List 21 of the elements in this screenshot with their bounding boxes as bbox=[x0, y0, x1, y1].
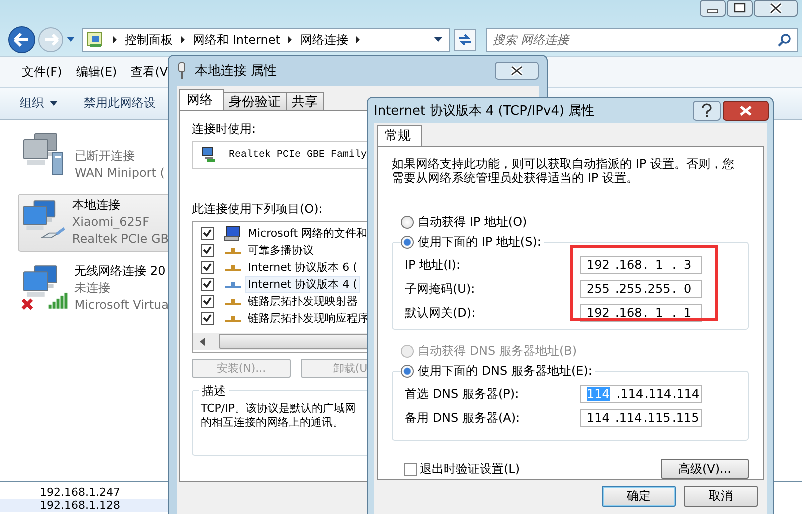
connection-status: Xiaomi_625F bbox=[72, 214, 150, 231]
connect-using-label: 连接时使用: bbox=[192, 121, 256, 138]
device-name: WAN Miniport ( bbox=[75, 165, 165, 182]
field-label: 备用 DNS 服务器(A): bbox=[405, 410, 522, 426]
group-legend: 描述 bbox=[199, 383, 229, 400]
connection-name: 无线网络连接 20 bbox=[74, 263, 167, 280]
connection-name: 本地连接 bbox=[72, 197, 122, 214]
field-label: IP 地址(I): bbox=[405, 256, 462, 274]
connection-status: 已断开连接 bbox=[75, 148, 136, 165]
components-label: 此连接使用下列项目(O): bbox=[192, 201, 323, 218]
field-label: 默认网关(D): bbox=[405, 304, 477, 322]
device-name: Realtek PCIe GB bbox=[72, 231, 169, 248]
device-name: Microsoft Virtua bbox=[74, 297, 169, 314]
adapter-name: Realtek PCIe GBE Family bbox=[229, 150, 368, 160]
dialog-title: 本地连接 属性 bbox=[195, 63, 278, 80]
field-label: 子网掩码(U): bbox=[405, 280, 476, 298]
dialog-title: Internet 协议版本 4 (TCP/IPv4) 属性 bbox=[374, 102, 595, 120]
field-label: 首选 DNS 服务器(P): bbox=[405, 386, 520, 402]
description-text: TCP/IP。该协议是默认的广域网 的相互连接的网络上的通讯。 bbox=[201, 402, 356, 429]
intro-text: 如果网络支持此功能，则可以获取自动指派的 IP 设置。否则，您需要从网络系统管理员处获得适当的 IP 设置。 bbox=[392, 157, 736, 185]
connection-status: 未连接 bbox=[74, 280, 112, 297]
